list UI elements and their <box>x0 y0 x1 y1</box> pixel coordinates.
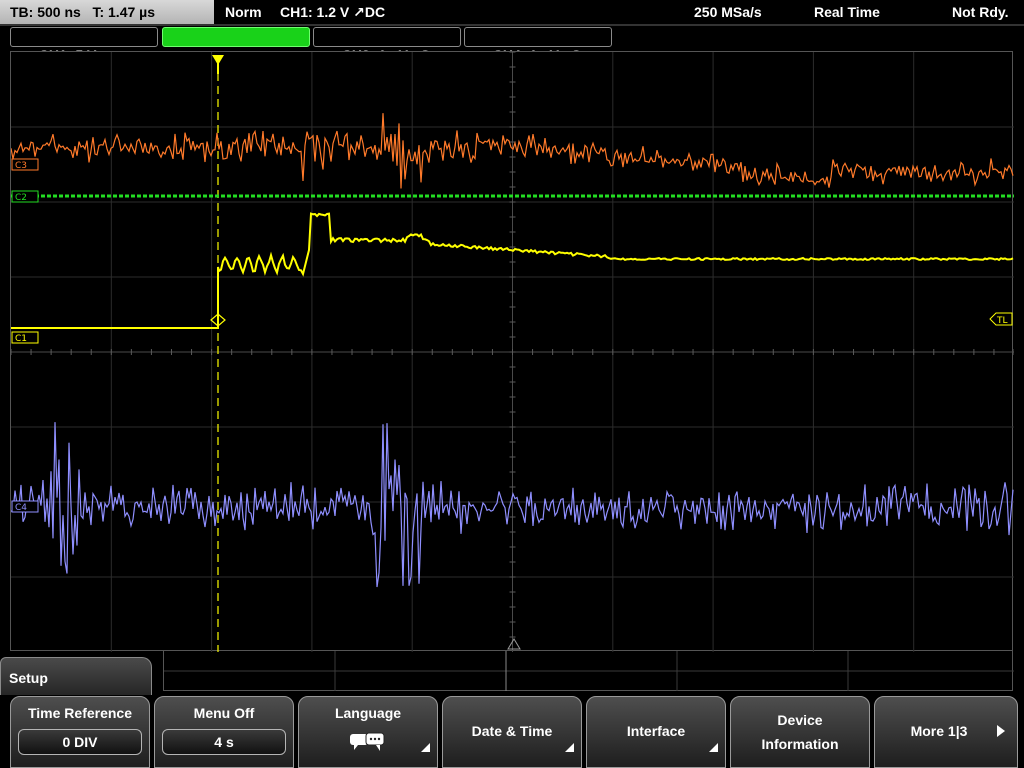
c4-ground-marker[interactable]: C4 <box>11 500 39 513</box>
time-reference-value: 0 DIV <box>18 729 142 755</box>
trigger-level-marker[interactable]: TL <box>989 312 1013 326</box>
c3-ground-marker[interactable]: C3 <box>11 158 39 171</box>
svg-text:C4: C4 <box>15 503 27 513</box>
tab-ch1[interactable]: CH1: 5 V≃ <box>10 27 158 63</box>
tab-ch4[interactable]: CH4: 1mV≃Ω <box>464 27 612 63</box>
trigger-mode[interactable]: Norm <box>225 0 262 24</box>
sample-rate: 250 MSa/s <box>694 4 762 20</box>
more-button[interactable]: More 1|3 <box>874 696 1018 768</box>
svg-text:C1: C1 <box>15 334 27 344</box>
divider <box>0 24 1024 26</box>
timebase-readout[interactable]: TB: 500 ns T: 1.47 µs <box>0 0 214 24</box>
menu-off-value: 4 s <box>162 729 286 755</box>
submenu-indicator-icon <box>421 743 430 752</box>
language-button[interactable]: Language <box>298 696 438 768</box>
svg-text:C3: C3 <box>15 161 27 171</box>
submenu-indicator-icon <box>709 743 718 752</box>
device-information-button[interactable]: Device Information <box>730 696 870 768</box>
acquisition-mode: Real Time <box>814 4 880 20</box>
svg-text:C2: C2 <box>15 193 27 203</box>
c1-ground-marker[interactable]: C1 <box>11 331 39 344</box>
graticule <box>11 52 1014 652</box>
interface-button[interactable]: Interface <box>586 696 726 768</box>
submenu-indicator-icon <box>565 743 574 752</box>
time-reference-button[interactable]: Time Reference 0 DIV <box>10 696 150 768</box>
menu-title: Setup <box>0 657 152 695</box>
speech-bubbles-icon <box>350 732 385 751</box>
date-time-button[interactable]: Date & Time <box>442 696 582 768</box>
tab-ch2[interactable]: CH2: 20 mV≃Ω <box>162 27 310 63</box>
tab-ch3[interactable]: CH3: 1mV≃Ω <box>313 27 461 63</box>
horizontal-position-icon[interactable] <box>507 638 521 650</box>
trigger-status: Not Rdy. <box>952 4 1009 20</box>
status-bar: TB: 500 ns T: 1.47 µs Norm CH1: 1.2 V ↗D… <box>0 0 1024 24</box>
c2-ground-marker[interactable]: C2 <box>11 190 39 203</box>
menu-off-button[interactable]: Menu Off 4 s <box>154 696 294 768</box>
waveform-display[interactable]: C3 C2 C1 C4 TL <box>10 51 1014 652</box>
trigger-info[interactable]: CH1: 1.2 V ↗DC <box>280 0 385 24</box>
overview-strip <box>163 651 1014 691</box>
svg-text:TL: TL <box>996 316 1008 326</box>
arrow-right-icon <box>997 725 1005 737</box>
